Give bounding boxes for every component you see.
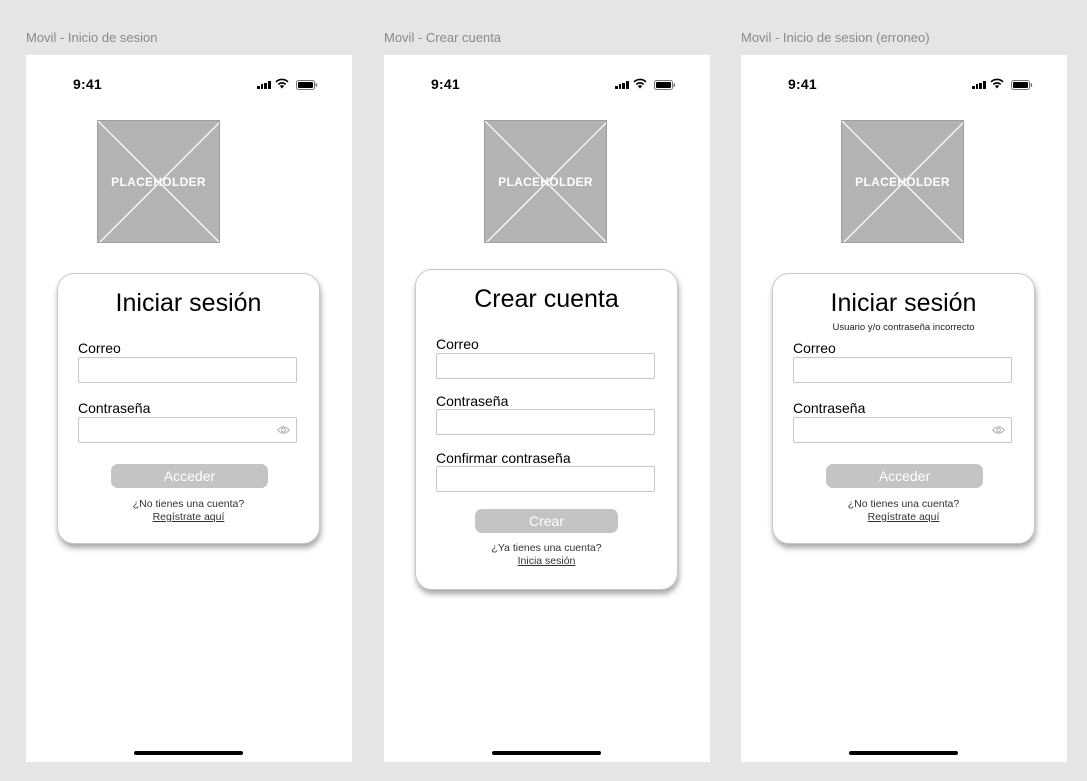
password-field[interactable] <box>793 417 1012 443</box>
battery-icon <box>654 80 676 90</box>
signup-card: Crear cuenta Correo Contraseña Confirmar… <box>415 269 678 590</box>
create-button[interactable]: Crear <box>475 509 618 533</box>
email-label: Correo <box>78 340 121 356</box>
cellular-signal-icon <box>615 81 629 89</box>
placeholder-text: PLACEHOLDER <box>111 175 206 189</box>
placeholder-text: PLACEHOLDER <box>855 175 950 189</box>
status-bar: 9:41 <box>384 55 710 111</box>
status-time: 9:41 <box>788 76 817 92</box>
email-field[interactable] <box>78 357 297 383</box>
eye-icon[interactable] <box>277 425 290 435</box>
home-indicator <box>134 751 243 755</box>
login-card: Iniciar sesión Correo Contraseña Acceder… <box>57 273 320 544</box>
signup-prompt: ¿No tienes una cuenta? <box>132 498 245 510</box>
cellular-signal-icon <box>972 81 986 89</box>
battery-icon <box>1011 80 1033 90</box>
phone-frame-login-error: 9:41 PLACEHOLDER Iniciar sesión Usuario … <box>741 55 1067 762</box>
card-title: Iniciar sesión <box>830 289 977 317</box>
login-card-error: Iniciar sesión Usuario y/o contraseña in… <box>772 273 1035 544</box>
image-placeholder: PLACEHOLDER <box>841 120 964 243</box>
phone-frame-signup: 9:41 PLACEHOLDER Crear cuenta Correo Con… <box>384 55 710 762</box>
email-label: Correo <box>436 336 479 352</box>
home-indicator <box>492 751 601 755</box>
eye-icon[interactable] <box>992 425 1005 435</box>
frame-label-login[interactable]: Movil - Inicio de sesion <box>26 30 158 45</box>
login-button[interactable]: Acceder <box>826 464 983 488</box>
card-title: Crear cuenta <box>474 285 619 313</box>
wifi-icon <box>275 78 289 89</box>
design-canvas: Movil - Inicio de sesion 9:41 PLACEHOLDE… <box>0 0 1087 781</box>
password-label: Contraseña <box>793 400 866 416</box>
card-title: Iniciar sesión <box>115 289 262 317</box>
image-placeholder: PLACEHOLDER <box>97 120 220 243</box>
confirm-password-label: Confirmar contraseña <box>436 450 571 466</box>
password-field[interactable] <box>436 409 655 435</box>
login-button[interactable]: Acceder <box>111 464 268 488</box>
login-link[interactable]: Inicia sesión <box>416 555 677 567</box>
password-label: Contraseña <box>78 400 151 416</box>
home-indicator <box>849 751 958 755</box>
wifi-icon <box>633 78 647 89</box>
email-label: Correo <box>793 340 836 356</box>
error-message: Usuario y/o contraseña incorrecto <box>832 322 975 333</box>
frame-label-login-error[interactable]: Movil - Inicio de sesion (erroneo) <box>741 30 930 45</box>
status-time: 9:41 <box>73 76 102 92</box>
frame-label-signup[interactable]: Movil - Crear cuenta <box>384 30 501 45</box>
status-bar: 9:41 <box>26 55 352 111</box>
confirm-password-field[interactable] <box>436 466 655 492</box>
email-field[interactable] <box>793 357 1012 383</box>
battery-icon <box>296 80 318 90</box>
cellular-signal-icon <box>257 81 271 89</box>
image-placeholder: PLACEHOLDER <box>484 120 607 243</box>
signup-link[interactable]: Regístrate aquí <box>773 511 1034 523</box>
signup-prompt: ¿No tienes una cuenta? <box>847 498 960 510</box>
password-label: Contraseña <box>436 393 509 409</box>
password-field[interactable] <box>78 417 297 443</box>
placeholder-text: PLACEHOLDER <box>498 175 593 189</box>
status-bar: 9:41 <box>741 55 1067 111</box>
login-prompt: ¿Ya tienes una cuenta? <box>491 542 602 554</box>
signup-link[interactable]: Regístrate aquí <box>58 511 319 523</box>
phone-frame-login: 9:41 PLACEHOLDER Iniciar sesión Correo C… <box>26 55 352 762</box>
status-time: 9:41 <box>431 76 460 92</box>
wifi-icon <box>990 78 1004 89</box>
email-field[interactable] <box>436 353 655 379</box>
